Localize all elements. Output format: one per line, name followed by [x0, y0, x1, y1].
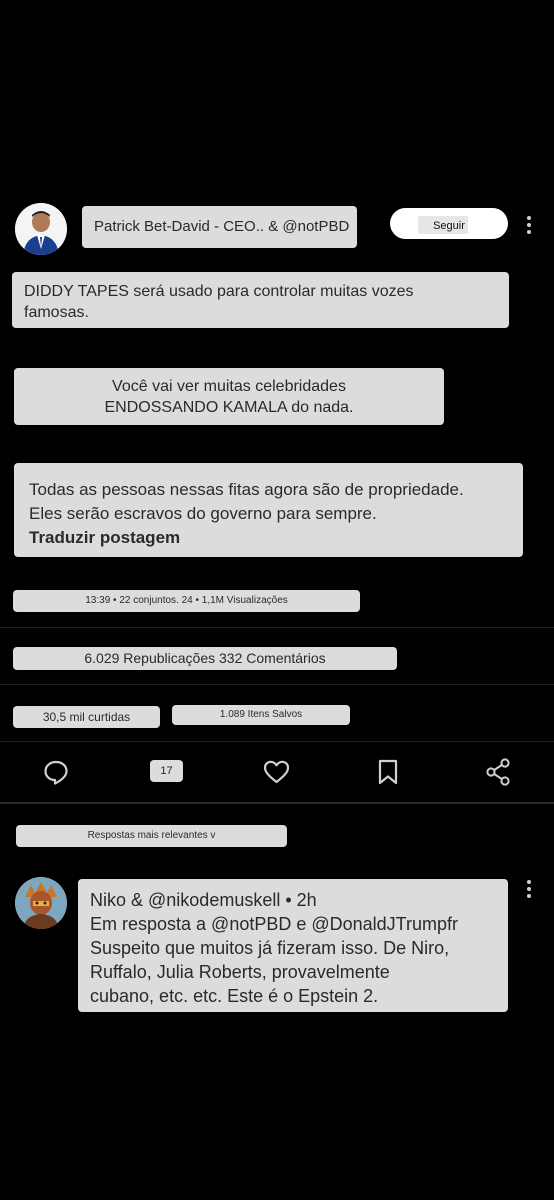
post-paragraph-1: DIDDY TAPES será usado para controlar mu…: [12, 272, 509, 328]
post-paragraph-3: Todas as pessoas nessas fitas agora são …: [14, 463, 523, 557]
saves-count[interactable]: 1.089 Itens Salvos: [172, 705, 350, 725]
author-avatar[interactable]: [15, 203, 67, 255]
bookmark-icon[interactable]: [377, 759, 399, 785]
divider: [0, 684, 554, 685]
divider: [0, 627, 554, 628]
reply-header: Niko & @nikodemuskell • 2h: [90, 890, 317, 910]
reply-avatar[interactable]: [15, 877, 67, 929]
divider: [0, 802, 554, 804]
replies-sort-dropdown[interactable]: Respostas mais relevantes v: [16, 825, 287, 847]
divider: [0, 741, 554, 742]
follow-label: Seguir: [433, 220, 465, 232]
reply-more-icon[interactable]: [526, 880, 532, 901]
heart-icon[interactable]: [263, 759, 290, 785]
reply-count: 17: [150, 760, 183, 782]
post-meta: 13:39 • 22 conjuntos. 24 • 1,1M Visualiz…: [13, 590, 360, 612]
follow-button[interactable]: Seguir: [390, 208, 508, 239]
reply-body[interactable]: Niko & @nikodemuskell • 2h Em resposta a…: [78, 879, 508, 1012]
translate-link[interactable]: Traduzir postagem: [29, 526, 523, 550]
reply-icon[interactable]: [43, 759, 69, 785]
reply-in-reply-to: Em resposta a @notPBD e @DonaldJTrumpfr: [90, 914, 459, 934]
post-more-icon[interactable]: [526, 216, 532, 237]
reposts-comments-stats[interactable]: 6.029 Republicações 332 Comentários: [13, 647, 397, 670]
share-icon[interactable]: [485, 758, 511, 786]
post-paragraph-2: Você vai ver muitas celebridades ENDOSSA…: [14, 368, 444, 425]
author-name[interactable]: Patrick Bet-David - CEO.. & @notPBD: [82, 206, 357, 248]
likes-count[interactable]: 30,5 mil curtidas: [13, 706, 160, 728]
